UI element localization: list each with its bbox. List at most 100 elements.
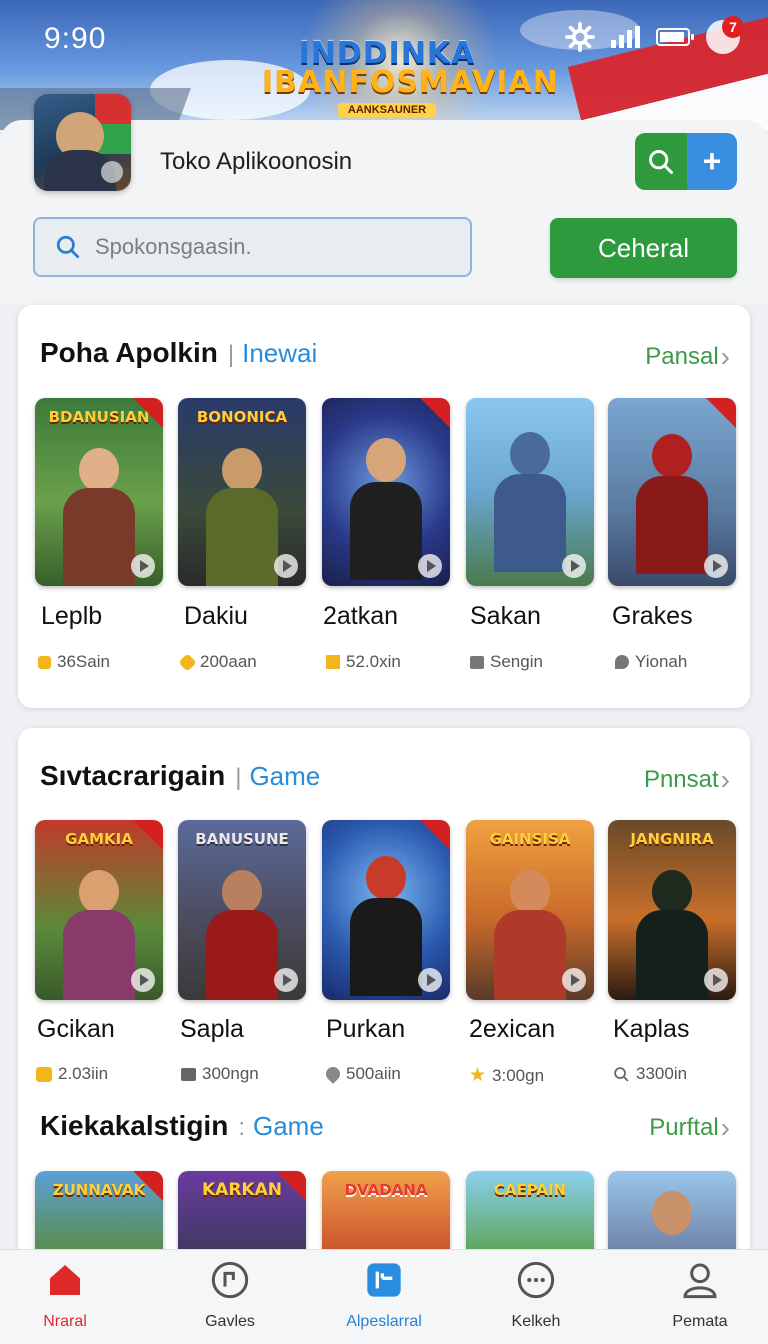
header-actions: + xyxy=(635,133,737,190)
search-icon xyxy=(649,149,673,174)
heart-icon xyxy=(323,1064,343,1084)
play-icon xyxy=(418,554,442,578)
banner-logo-line3: AANKSAUNER xyxy=(337,103,437,117)
app-meta: 200aan xyxy=(178,652,257,672)
section-see-all-link[interactable]: Pnnsat › xyxy=(644,764,730,796)
play-icon xyxy=(562,968,586,992)
play-icon xyxy=(418,968,442,992)
app-meta-text: 3:00gn xyxy=(492,1065,545,1085)
app-meta-text: 52.0xin xyxy=(346,652,401,671)
play-icon xyxy=(131,968,155,992)
section-title-text: Sıvtacrarigain xyxy=(40,760,226,791)
tile-logo: BANUSUNE xyxy=(195,830,289,848)
app-name: Dakiu xyxy=(184,602,248,630)
section-link-text: Pansal xyxy=(645,343,719,370)
add-button[interactable]: + xyxy=(687,133,737,190)
app-tile[interactable]: DVADANA xyxy=(322,1171,450,1261)
app-tile[interactable]: CAEPAIN xyxy=(466,1171,594,1261)
settings-icon[interactable] xyxy=(565,22,595,52)
chevron-right-icon: › xyxy=(720,764,730,795)
app-meta-text: 300ngn xyxy=(202,1064,259,1083)
app-meta: 36Sain xyxy=(38,652,110,672)
app-tile[interactable]: ZUNNAVAK xyxy=(35,1171,163,1261)
app-meta: 52.0xin xyxy=(326,652,401,672)
app-tile[interactable] xyxy=(608,1171,736,1261)
chat-small-icon xyxy=(615,655,629,669)
section-link-text: Purftal xyxy=(649,1114,719,1141)
gem-icon xyxy=(178,652,197,672)
app-tile[interactable] xyxy=(608,398,736,586)
nav-label: Gavles xyxy=(205,1313,255,1330)
play-icon xyxy=(274,968,298,992)
nav-label: Pemata xyxy=(672,1313,728,1330)
games-icon xyxy=(211,1261,249,1299)
search-bar[interactable] xyxy=(33,217,472,277)
nav-item-profile[interactable]: Pemata xyxy=(640,1260,760,1331)
app-meta-text: 3300in xyxy=(636,1064,688,1083)
app-meta: 3300in xyxy=(613,1064,687,1084)
section-category: Game xyxy=(252,1111,324,1141)
section-category: Inewai xyxy=(242,338,318,368)
signal-icon xyxy=(611,26,640,48)
star-icon: ★ xyxy=(469,1065,487,1086)
section-title-text: Kiekakalstigin xyxy=(40,1110,229,1141)
app-tile[interactable]: BANUSUNE xyxy=(178,820,306,1000)
section-title: Poha Apolkin | Inewai xyxy=(40,337,318,368)
avatar-badge-icon xyxy=(101,161,123,183)
app-tile[interactable]: GAINSISA xyxy=(466,820,594,1000)
app-meta-text: Yionah xyxy=(635,652,688,671)
app-tile[interactable] xyxy=(466,398,594,586)
app-tile[interactable]: GAMKIA xyxy=(35,820,163,1000)
nav-label: Kelkeh xyxy=(511,1313,561,1330)
play-icon xyxy=(704,968,728,992)
search-input[interactable] xyxy=(95,234,435,260)
search-icon xyxy=(56,235,80,259)
tile-logo: BONONICA xyxy=(196,408,288,426)
section-title: Kiekakalstigin: Game xyxy=(40,1110,324,1141)
app-name: Kaplas xyxy=(613,1015,690,1043)
app-name: Leplb xyxy=(41,602,103,630)
profile-icon xyxy=(683,1263,717,1299)
play-icon xyxy=(131,554,155,578)
avatar[interactable] xyxy=(34,94,131,191)
nav-item-apps[interactable]: Alpeslarral xyxy=(324,1260,444,1331)
app-meta-text: 36Sain xyxy=(57,652,110,671)
app-meta-text: 200aan xyxy=(200,652,257,671)
app-name: Grakes xyxy=(612,602,693,630)
app-tile[interactable]: BDANUSIAN xyxy=(35,398,163,586)
apps-icon xyxy=(367,1263,401,1297)
app-tile[interactable]: JANGNIRA xyxy=(608,820,736,1000)
app-tile[interactable]: KARKAN xyxy=(178,1171,306,1261)
app-name: Sapla xyxy=(180,1015,244,1043)
banner-logo-line2: IBANFOSMAVIAN xyxy=(262,65,559,100)
app-meta-text: 2.03iin xyxy=(58,1064,109,1083)
status-time: 9:90 xyxy=(44,22,107,55)
notification-icon[interactable]: 7 xyxy=(706,16,744,54)
home-small-icon xyxy=(326,655,340,669)
app-tile[interactable] xyxy=(322,820,450,1000)
app-tile[interactable] xyxy=(322,398,450,586)
app-tile[interactable]: BONONICA xyxy=(178,398,306,586)
section-see-all-link[interactable]: Pansal › xyxy=(645,341,730,373)
app-meta-text: Sengin xyxy=(490,652,543,671)
nav-label: Alpeslarral xyxy=(346,1313,422,1330)
chevron-right-icon: › xyxy=(720,341,730,372)
app-name: Sakan xyxy=(470,602,541,630)
app-name: 2atkan xyxy=(323,602,399,630)
nav-item-home[interactable]: Nraral xyxy=(5,1260,125,1331)
play-icon xyxy=(704,554,728,578)
section-see-all-link[interactable]: Purftal › xyxy=(649,1112,730,1144)
nav-item-games[interactable]: Gavles xyxy=(170,1260,290,1331)
battery-icon xyxy=(656,28,694,46)
play-icon xyxy=(274,554,298,578)
search-button[interactable] xyxy=(635,133,687,190)
tile-logo: DVADANA xyxy=(344,1181,428,1199)
tile-logo: GAINSISA xyxy=(489,830,571,848)
banner-logo: INDDINKA IBANFOSMAVIAN AANKSAUNER xyxy=(262,36,559,118)
coin-icon xyxy=(36,1066,52,1082)
nav-item-chat[interactable]: Kelkeh xyxy=(476,1260,596,1331)
section-category: Game xyxy=(249,761,321,791)
primary-action-button[interactable]: Ceheral xyxy=(550,218,737,278)
tile-logo: JANGNIRA xyxy=(630,830,714,848)
notification-badge: 7 xyxy=(722,16,744,38)
